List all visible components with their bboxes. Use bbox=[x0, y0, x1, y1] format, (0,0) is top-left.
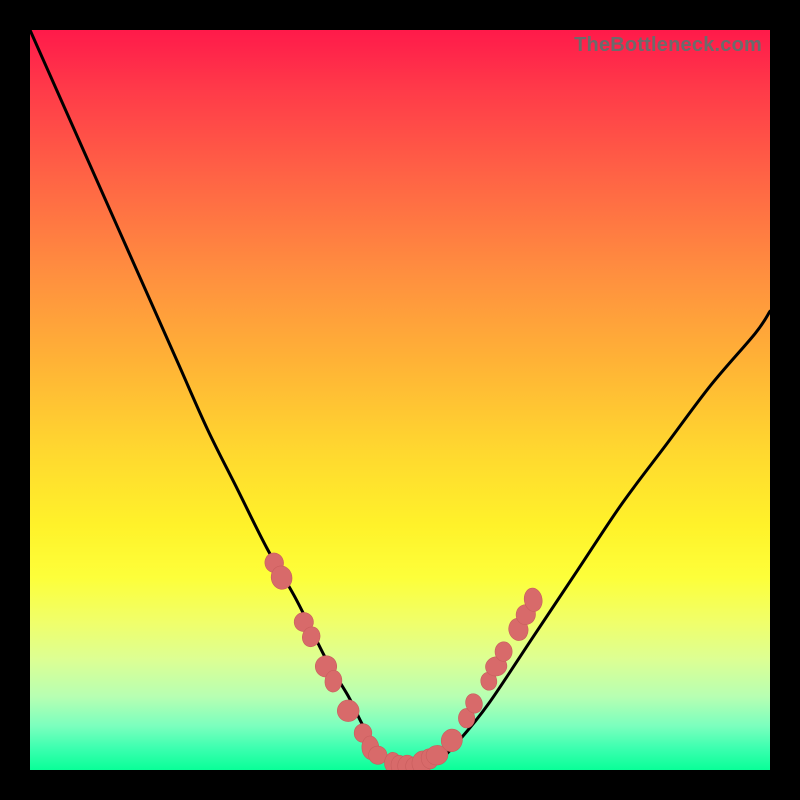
curve-marker bbox=[495, 642, 513, 662]
marker-group bbox=[263, 551, 544, 770]
bottleneck-chart-svg bbox=[30, 30, 770, 770]
bottleneck-curve bbox=[30, 30, 770, 770]
curve-marker bbox=[337, 700, 359, 722]
chart-area: TheBottleneck.com bbox=[30, 30, 770, 770]
